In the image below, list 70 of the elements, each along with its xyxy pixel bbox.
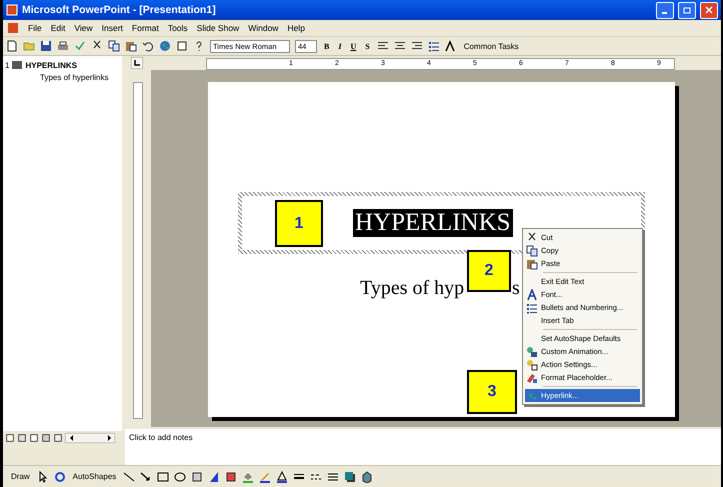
- style-button[interactable]: B: [322, 42, 332, 50]
- style-button[interactable]: I: [336, 42, 344, 50]
- window-title: Microsoft PowerPoint - [Presentation1]: [22, 4, 217, 16]
- callout-label: 3: [467, 370, 517, 414]
- menu-item[interactable]: Tools: [168, 23, 188, 33]
- common-tasks-button[interactable]: Common Tasks: [462, 42, 521, 50]
- save-icon[interactable]: [40, 40, 52, 52]
- menu-item[interactable]: Window: [248, 23, 278, 33]
- globe-icon[interactable]: [159, 40, 171, 52]
- pointer-icon[interactable]: [36, 470, 49, 482]
- slide-subtitle: s: [512, 277, 520, 300]
- minimize-button[interactable]: [656, 2, 674, 18]
- slide-icon[interactable]: [11, 59, 24, 71]
- menu-item[interactable]: Format: [132, 23, 159, 33]
- tab-stop-icon[interactable]: [131, 57, 143, 69]
- show-view-icon[interactable]: [53, 432, 63, 444]
- copy-icon[interactable]: [108, 40, 120, 52]
- callout-label: 1: [275, 200, 323, 247]
- menu-item[interactable]: View: [74, 23, 93, 33]
- notes-placeholder: Click to add notes: [129, 433, 193, 442]
- copy-icon[interactable]: [526, 244, 538, 256]
- notes-field[interactable]: Click to add notes: [125, 427, 721, 465]
- close-button[interactable]: [700, 2, 718, 18]
- sorter-view-icon[interactable]: [41, 432, 51, 444]
- oval-icon[interactable]: [174, 470, 186, 482]
- menu-item[interactable]: Insert: [102, 23, 123, 33]
- document-icon[interactable]: [7, 22, 19, 34]
- fill-color-icon[interactable]: [242, 470, 254, 482]
- shadow-icon[interactable]: [344, 470, 356, 482]
- restore-icon: [683, 6, 691, 14]
- paste-icon[interactable]: [125, 40, 137, 52]
- outline-view-icon[interactable]: [17, 432, 27, 444]
- menu-item[interactable]: Edit: [50, 23, 66, 33]
- paste-icon[interactable]: [526, 258, 538, 270]
- menu-item[interactable]: File: [28, 23, 42, 33]
- align-center-icon[interactable]: [394, 40, 406, 52]
- callout-label: 2: [467, 250, 511, 292]
- menu-item[interactable]: Help: [287, 23, 305, 33]
- draw-button[interactable]: Draw: [9, 472, 32, 481]
- style-button[interactable]: S: [363, 42, 372, 50]
- rectangle-icon[interactable]: [157, 470, 170, 482]
- outline-text[interactable]: Types of hyperlinks: [5, 73, 120, 82]
- list-icon[interactable]: [526, 302, 538, 314]
- new-document-icon[interactable]: [6, 40, 18, 52]
- line-color-icon[interactable]: [259, 470, 272, 482]
- rotate-icon[interactable]: [54, 470, 66, 482]
- close-icon: [705, 6, 713, 14]
- arrow-icon[interactable]: [140, 470, 152, 482]
- autoshapes-button[interactable]: AutoShapes: [70, 472, 118, 481]
- align-left-icon[interactable]: [376, 40, 389, 52]
- slide-view-icon[interactable]: [29, 432, 39, 444]
- outline-title[interactable]: HYPERLINKS: [25, 60, 78, 70]
- arrow-style-icon[interactable]: [327, 470, 340, 482]
- list-icon[interactable]: [428, 40, 440, 52]
- letter-icon[interactable]: [526, 288, 538, 300]
- paint-icon[interactable]: [526, 372, 538, 384]
- slide-number: 1: [5, 60, 10, 70]
- normal-view-icon[interactable]: [5, 432, 15, 444]
- line-icon[interactable]: [123, 470, 136, 482]
- slide-subtitle: Types of hyp: [360, 277, 464, 300]
- align-right-icon[interactable]: [410, 40, 423, 52]
- slide-title[interactable]: HYPERLINKS: [353, 209, 513, 237]
- style-button[interactable]: U: [348, 42, 358, 50]
- font-color-icon[interactable]: [276, 470, 288, 482]
- menu-item[interactable]: Slide Show: [196, 23, 240, 33]
- printer-icon[interactable]: [57, 40, 69, 52]
- app-icon[interactable]: [6, 4, 18, 16]
- undo-icon[interactable]: [142, 40, 154, 52]
- restore-button[interactable]: [678, 2, 696, 18]
- scroll-bar[interactable]: [65, 432, 115, 442]
